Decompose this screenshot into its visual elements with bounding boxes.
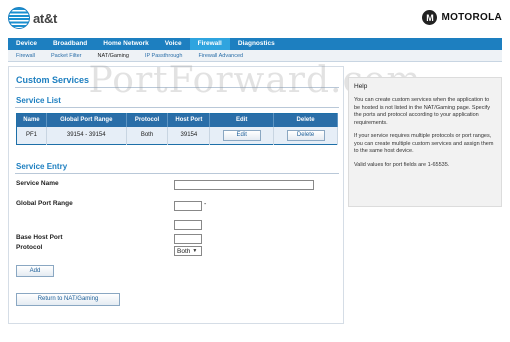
global-port-range-label: Global Port Range (16, 200, 73, 207)
service-list-title: Service List (16, 96, 61, 105)
sub-nav: Firewall Packet Filter NAT/Gaming IP Pas… (8, 50, 502, 62)
help-panel: Help You can create custom services when… (348, 77, 502, 207)
col-range-header: Global Port Range (46, 113, 127, 127)
chevron-down-icon: ▼ (192, 248, 198, 254)
port-range-start-input[interactable] (174, 201, 202, 211)
service-name-input[interactable] (174, 180, 314, 190)
subtab-packet-filter[interactable]: Packet Filter (43, 50, 90, 62)
protocol-select-value: Both (177, 247, 191, 255)
motorola-wordmark: MOTOROLA (441, 12, 502, 23)
header: at&t M MOTOROLA (0, 0, 510, 38)
title-divider (15, 87, 339, 88)
service-name-label: Service Name (16, 180, 59, 187)
service-list-table: Name Global Port Range Protocol Host Por… (16, 113, 338, 145)
cell-delete: Delete (273, 126, 338, 145)
col-delete-header: Delete (273, 113, 338, 127)
table-row: PF1 39154 - 39154 Both 39154 Edit Delete (16, 126, 338, 145)
motorola-batwing-icon: M (422, 10, 438, 25)
protocol-label: Protocol (16, 244, 43, 251)
subtab-firewall[interactable]: Firewall (8, 50, 43, 62)
tab-device[interactable]: Device (8, 38, 45, 50)
cell-edit: Edit (209, 126, 275, 145)
col-host-port-header: Host Port (167, 113, 211, 127)
base-host-port-input[interactable] (174, 234, 202, 244)
tab-firewall[interactable]: Firewall (189, 38, 230, 50)
tab-diagnostics[interactable]: Diagnostics (230, 38, 283, 50)
help-title: Help (354, 83, 368, 90)
base-host-port-label: Base Host Port (16, 234, 63, 241)
service-entry-title: Service Entry (16, 162, 68, 171)
port-range-end-input[interactable] (174, 220, 202, 230)
help-paragraph-1: You can create custom services when the … (354, 97, 490, 126)
subtab-nat-gaming[interactable]: NAT/Gaming (90, 50, 137, 62)
delete-button[interactable]: Delete (286, 129, 325, 141)
edit-button[interactable]: Edit (222, 129, 261, 141)
subtab-ip-passthrough[interactable]: IP Passthrough (137, 50, 191, 62)
cell-range: 39154 - 39154 (46, 126, 127, 145)
return-to-nat-gaming-button[interactable]: Return to NAT/Gaming (16, 293, 120, 306)
col-protocol-header: Protocol (126, 113, 169, 127)
help-paragraph-3: Valid values for port fields are 1-65535… (354, 161, 450, 168)
tab-home-network[interactable]: Home Network (95, 38, 157, 50)
col-name-header: Name (16, 113, 47, 127)
main-panel: Custom Services Service List Name Global… (8, 66, 344, 324)
service-entry-divider (15, 173, 339, 174)
cell-host-port: 39154 (167, 126, 211, 145)
tab-voice[interactable]: Voice (157, 38, 190, 50)
cell-name: PF1 (16, 126, 47, 145)
motorola-logo: M MOTOROLA (422, 10, 502, 25)
cell-protocol: Both (126, 126, 169, 145)
service-list-divider (15, 107, 339, 108)
tab-broadband[interactable]: Broadband (45, 38, 95, 50)
att-globe-icon (8, 7, 30, 29)
table-header-row: Name Global Port Range Protocol Host Por… (16, 113, 338, 127)
protocol-select[interactable]: Both ▼ (174, 246, 202, 256)
col-edit-header: Edit (209, 113, 275, 127)
range-separator: - (204, 201, 207, 208)
help-paragraph-2: If your service requires multiple protoc… (354, 133, 494, 154)
subtab-firewall-advanced[interactable]: Firewall Advanced (190, 50, 251, 62)
page-title: Custom Services (16, 75, 90, 85)
main-nav: Device Broadband Home Network Voice Fire… (8, 38, 502, 50)
att-logo[interactable]: at&t (8, 7, 57, 29)
add-button[interactable]: Add (16, 265, 54, 277)
att-wordmark: at&t (33, 10, 58, 26)
